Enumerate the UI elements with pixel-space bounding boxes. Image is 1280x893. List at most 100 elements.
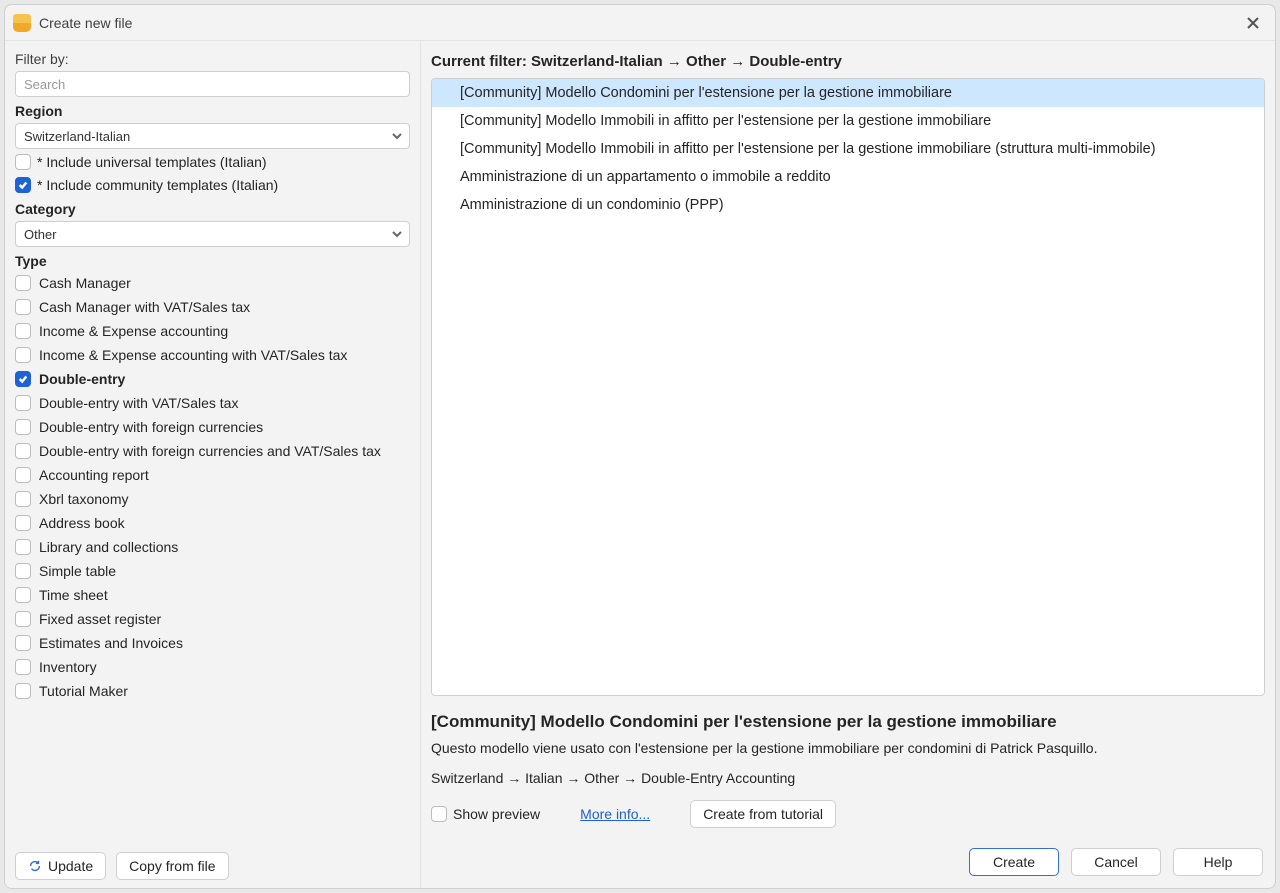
type-row[interactable]: Time sheet — [15, 585, 410, 605]
type-row[interactable]: Inventory — [15, 657, 410, 677]
help-label: Help — [1204, 854, 1233, 870]
type-checkbox[interactable] — [15, 467, 31, 483]
type-checkbox[interactable] — [15, 299, 31, 315]
update-label: Update — [48, 858, 93, 874]
include-community-row[interactable]: * Include community templates (Italian) — [15, 175, 410, 195]
template-detail: [Community] Modello Condomini per l'este… — [431, 706, 1265, 842]
create-button[interactable]: Create — [969, 848, 1059, 876]
create-from-tutorial-button[interactable]: Create from tutorial — [690, 800, 836, 828]
type-checkbox[interactable] — [15, 659, 31, 675]
template-list: [Community] Modello Condomini per l'este… — [431, 78, 1265, 696]
type-checkbox[interactable] — [15, 419, 31, 435]
copy-from-file-button[interactable]: Copy from file — [116, 852, 228, 880]
type-row[interactable]: Address book — [15, 513, 410, 533]
type-checkbox[interactable] — [15, 395, 31, 411]
dialog-footer: Create Cancel Help — [421, 842, 1275, 888]
type-row[interactable]: Simple table — [15, 561, 410, 581]
show-preview-checkbox[interactable] — [431, 806, 447, 822]
search-input[interactable] — [15, 71, 410, 97]
type-heading: Type — [15, 253, 410, 269]
show-preview-label: Show preview — [453, 804, 540, 824]
type-row[interactable]: Double-entry with foreign currencies and… — [15, 441, 410, 461]
type-list: Cash Manager Cash Manager with VAT/Sales … — [15, 273, 410, 701]
detail-controls-row: Show preview More info... Create from tu… — [431, 800, 1265, 828]
template-row[interactable]: [Community] Modello Immobili in affitto … — [432, 135, 1264, 163]
category-select-wrap: Other — [15, 221, 410, 247]
update-button[interactable]: Update — [15, 852, 106, 880]
help-button[interactable]: Help — [1173, 848, 1263, 876]
copy-from-file-label: Copy from file — [129, 858, 215, 874]
region-select[interactable]: Switzerland-Italian — [15, 123, 410, 149]
type-checkbox[interactable] — [15, 539, 31, 555]
type-label: Double-entry with foreign currencies and… — [39, 441, 381, 461]
type-row[interactable]: Income & Expense accounting with VAT/Sal… — [15, 345, 410, 365]
type-checkbox[interactable] — [15, 611, 31, 627]
include-community-checkbox[interactable] — [15, 177, 31, 193]
type-label: Double-entry with VAT/Sales tax — [39, 393, 238, 413]
template-row[interactable]: Amministrazione di un condominio (PPP) — [432, 191, 1264, 219]
type-row[interactable]: Library and collections — [15, 537, 410, 557]
template-row[interactable]: Amministrazione di un appartamento o imm… — [432, 163, 1264, 191]
type-checkbox[interactable] — [15, 515, 31, 531]
type-checkbox[interactable] — [15, 347, 31, 363]
create-label: Create — [993, 854, 1035, 870]
type-row[interactable]: Accounting report — [15, 465, 410, 485]
close-button[interactable] — [1239, 9, 1267, 37]
dialog-body: Filter by: Region Switzerland-Italian * … — [5, 41, 1275, 888]
type-label: Tutorial Maker — [39, 681, 128, 701]
close-icon — [1247, 17, 1259, 29]
include-universal-label: * Include universal templates (Italian) — [37, 152, 267, 172]
type-row[interactable]: Xbrl taxonomy — [15, 489, 410, 509]
type-checkbox[interactable] — [15, 443, 31, 459]
type-label: Cash Manager — [39, 273, 131, 293]
cancel-button[interactable]: Cancel — [1071, 848, 1161, 876]
type-checkbox[interactable] — [15, 563, 31, 579]
window-title: Create new file — [39, 15, 1231, 31]
include-universal-row[interactable]: * Include universal templates (Italian) — [15, 152, 410, 172]
type-row[interactable]: Double-entry with VAT/Sales tax — [15, 393, 410, 413]
create-new-file-dialog: Create new file Filter by: Region Switze… — [4, 4, 1276, 889]
type-checkbox[interactable] — [15, 371, 31, 387]
create-from-tutorial-label: Create from tutorial — [703, 806, 823, 822]
type-checkbox[interactable] — [15, 587, 31, 603]
type-checkbox[interactable] — [15, 275, 31, 291]
type-label: Cash Manager with VAT/Sales tax — [39, 297, 250, 317]
current-filter-prefix: Current filter: — [431, 53, 531, 70]
detail-path: Switzerland → Italian → Other → Double-E… — [431, 770, 1265, 786]
type-row[interactable]: Tutorial Maker — [15, 681, 410, 701]
type-label: Estimates and Invoices — [39, 633, 183, 653]
current-filter-value: Switzerland-Italian → Other → Double-ent… — [531, 53, 842, 70]
type-row[interactable]: Cash Manager with VAT/Sales tax — [15, 297, 410, 317]
type-row[interactable]: Estimates and Invoices — [15, 633, 410, 653]
type-checkbox[interactable] — [15, 683, 31, 699]
cancel-label: Cancel — [1094, 854, 1138, 870]
type-checkbox[interactable] — [15, 635, 31, 651]
type-row[interactable]: Fixed asset register — [15, 609, 410, 629]
category-select[interactable]: Other — [15, 221, 410, 247]
type-label: Time sheet — [39, 585, 108, 605]
more-info-link[interactable]: More info... — [580, 806, 650, 822]
current-filter-heading: Current filter: Switzerland-Italian → Ot… — [421, 41, 1275, 78]
type-checkbox[interactable] — [15, 491, 31, 507]
sidebar-scroll: Filter by: Region Switzerland-Italian * … — [15, 51, 410, 842]
type-checkbox[interactable] — [15, 323, 31, 339]
type-row[interactable]: Cash Manager — [15, 273, 410, 293]
type-row[interactable]: Double-entry with foreign currencies — [15, 417, 410, 437]
type-row[interactable]: Income & Expense accounting — [15, 321, 410, 341]
refresh-icon — [28, 859, 42, 873]
type-row[interactable]: Double-entry — [15, 369, 410, 389]
type-label: Inventory — [39, 657, 97, 677]
titlebar: Create new file — [5, 5, 1275, 41]
type-label: Fixed asset register — [39, 609, 161, 629]
type-label: Income & Expense accounting — [39, 321, 228, 341]
type-label: Double-entry with foreign currencies — [39, 417, 263, 437]
type-label: Double-entry — [39, 369, 125, 389]
template-row[interactable]: [Community] Modello Immobili in affitto … — [432, 107, 1264, 135]
app-icon — [13, 14, 31, 32]
type-label: Accounting report — [39, 465, 149, 485]
detail-title: [Community] Modello Condomini per l'este… — [431, 712, 1265, 732]
template-row[interactable]: [Community] Modello Condomini per l'este… — [432, 79, 1264, 107]
include-universal-checkbox[interactable] — [15, 154, 31, 170]
show-preview-row[interactable]: Show preview — [431, 804, 540, 824]
region-heading: Region — [15, 103, 410, 119]
